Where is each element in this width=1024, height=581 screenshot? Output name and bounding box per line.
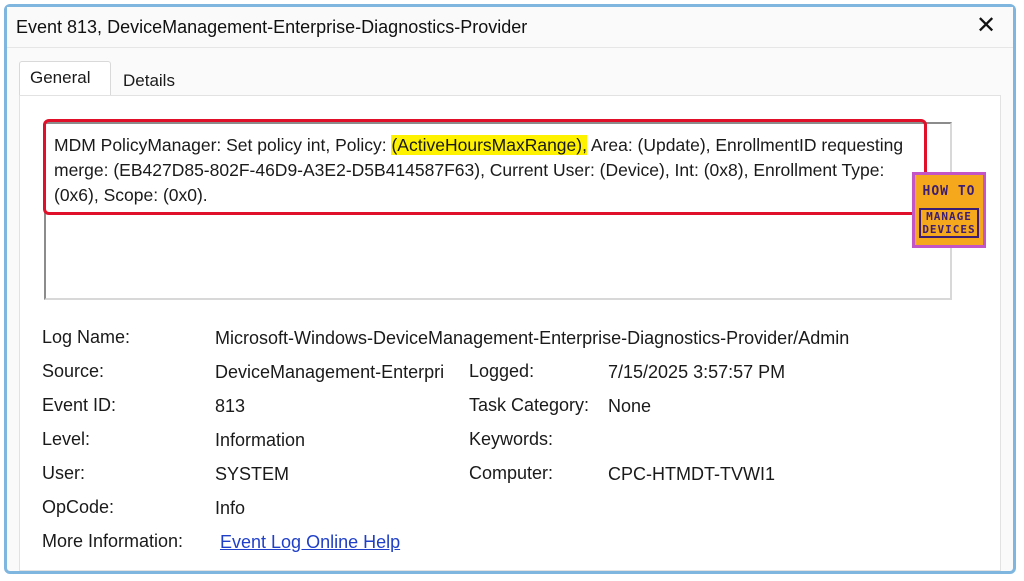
- window-title: Event 813, DeviceManagement-Enterprise-D…: [16, 17, 528, 37]
- event-id-value: 813: [215, 396, 246, 416]
- source-value: DeviceManagement-Enterpri: [215, 362, 445, 382]
- tab-details[interactable]: Details: [113, 65, 183, 99]
- level-value: Information: [215, 430, 306, 450]
- logged-label: Logged:: [469, 361, 535, 381]
- event-description-text: MDM PolicyManager: Set policy int, Polic…: [54, 133, 924, 208]
- computer-value: CPC-HTMDT-TVWI1: [608, 464, 775, 484]
- log-name-value: Microsoft-Windows-DeviceManagement-Enter…: [215, 328, 850, 348]
- user-value: SYSTEM: [215, 464, 290, 484]
- task-category-label: Task Category:: [469, 395, 590, 415]
- computer-label: Computer:: [469, 463, 554, 483]
- tab-general[interactable]: General: [19, 61, 111, 95]
- description-text-before: MDM PolicyManager: Set policy int, Polic…: [54, 135, 392, 155]
- logged-value: 7/15/2025 3:57:57 PM: [608, 362, 786, 382]
- user-label: User:: [42, 463, 86, 483]
- task-category-value: None: [608, 396, 652, 416]
- logo-line-2: MANAGE DEVICES: [919, 208, 979, 238]
- how-to-manage-devices-logo: HOW TO MANAGE DEVICES: [912, 172, 986, 248]
- highlighted-policy: (ActiveHoursMaxRange),: [391, 135, 587, 155]
- log-name-label: Log Name:: [42, 327, 131, 347]
- close-icon[interactable]: ✕: [973, 13, 999, 39]
- opcode-label: OpCode:: [42, 497, 115, 517]
- more-information-label: More Information:: [42, 531, 184, 551]
- event-log-online-help-link[interactable]: Event Log Online Help: [220, 532, 400, 553]
- keywords-label: Keywords:: [469, 429, 554, 449]
- general-panel: MDM PolicyManager: Set policy int, Polic…: [19, 95, 1001, 571]
- title-bar: Event 813, DeviceManagement-Enterprise-D…: [7, 7, 1013, 48]
- logo-line-1: HOW TO: [922, 184, 976, 199]
- source-label: Source:: [42, 361, 105, 381]
- level-label: Level:: [42, 429, 91, 449]
- event-id-label: Event ID:: [42, 395, 117, 415]
- opcode-value: Info: [215, 498, 246, 518]
- event-properties-window: Event 813, DeviceManagement-Enterprise-D…: [4, 4, 1016, 574]
